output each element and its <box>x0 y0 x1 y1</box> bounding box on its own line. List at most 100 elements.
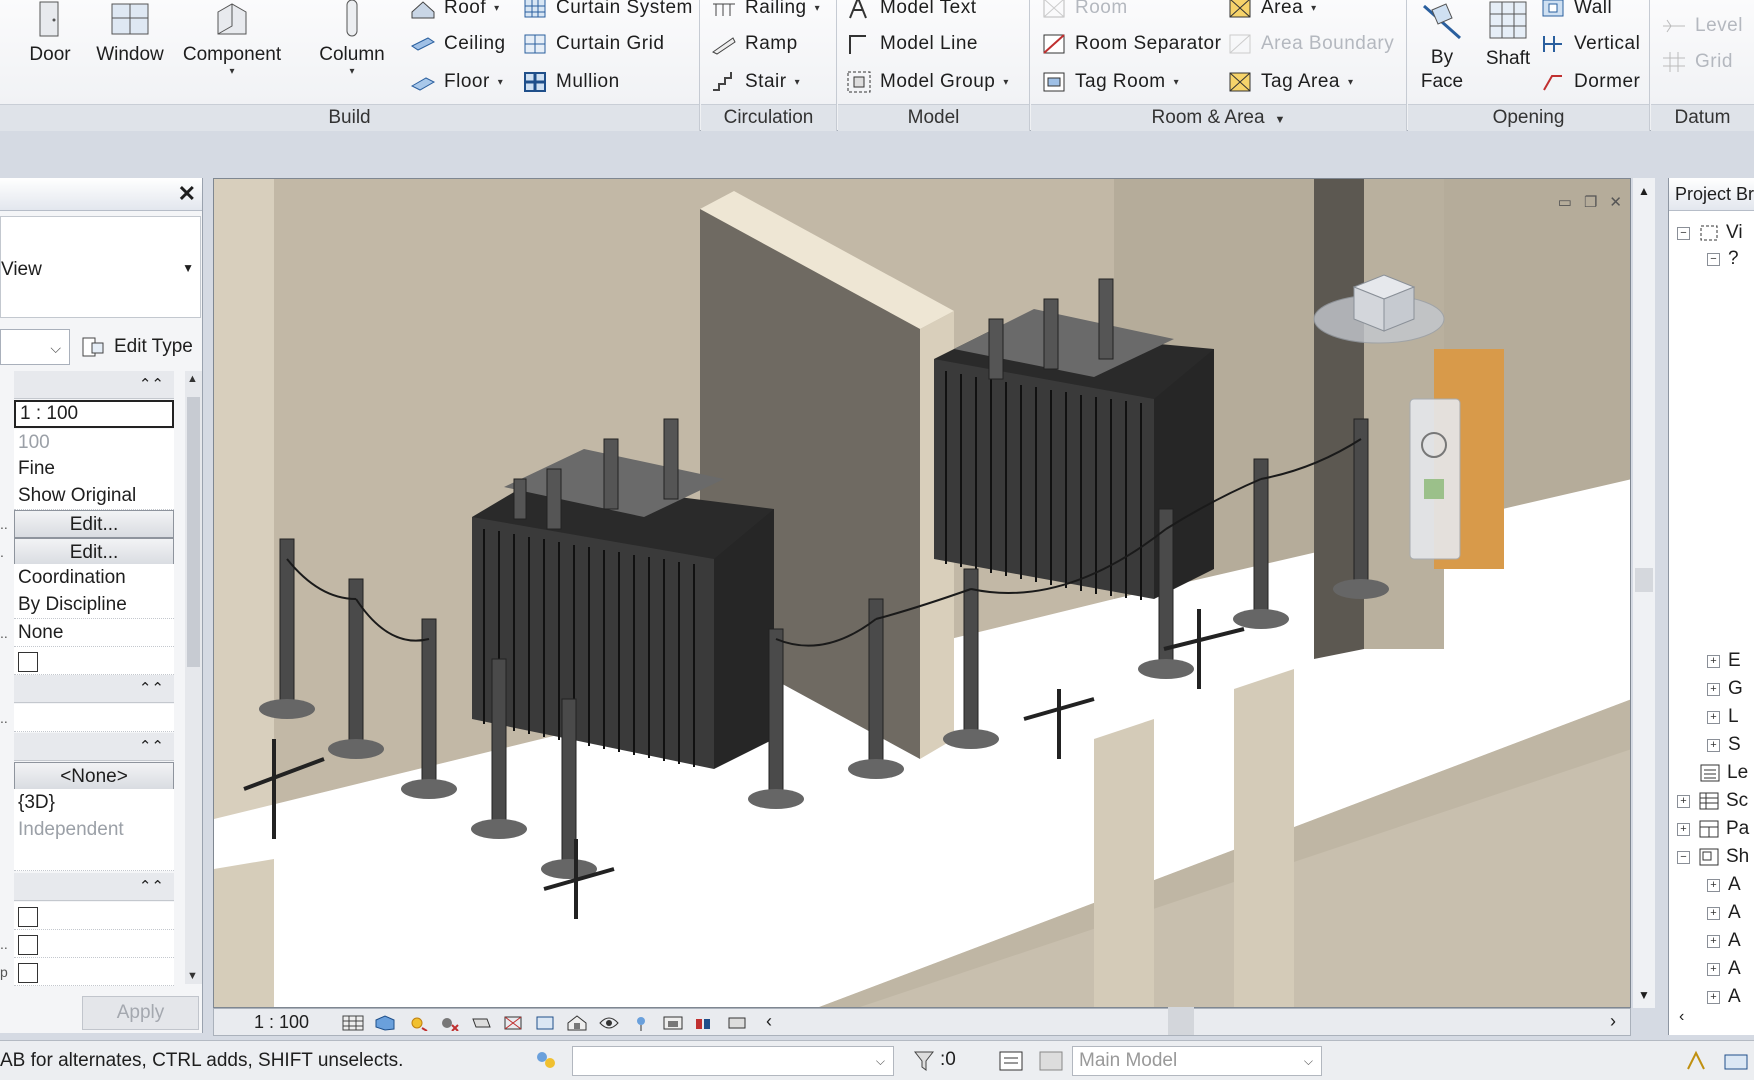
browser-node-legends[interactable]: Le <box>1699 762 1748 784</box>
browser-node[interactable]: + A <box>1707 930 1741 952</box>
worksharing-display-icon[interactable] <box>662 1015 684 1031</box>
railing-button[interactable]: Railing ▾ <box>711 0 820 24</box>
property-row[interactable]: 1 : 100 <box>0 400 185 429</box>
shadows-icon[interactable] <box>438 1015 460 1031</box>
scroll-up-icon[interactable]: ▲ <box>187 373 198 385</box>
browser-node[interactable]: + S <box>1707 734 1741 756</box>
floor-button[interactable]: Floor ▾ <box>410 66 503 98</box>
browser-node[interactable]: + E <box>1707 650 1741 672</box>
3d-model-render[interactable] <box>214 179 1631 1008</box>
browser-node[interactable]: + A <box>1707 874 1741 896</box>
stair-button[interactable]: Stair ▾ <box>711 66 800 98</box>
property-row[interactable]: Fine <box>0 455 185 484</box>
browser-node-3d[interactable]: −? <box>1707 248 1739 270</box>
properties-scrollbar[interactable]: ▲ ▼ <box>185 371 202 984</box>
expand-icon[interactable]: + <box>1707 934 1720 948</box>
parts-visibility-field[interactable]: Show Original <box>14 482 174 510</box>
model-group-button[interactable]: Model Group ▾ <box>846 66 1009 98</box>
select-links-icon[interactable] <box>1684 1049 1710 1073</box>
expand-icon[interactable]: + <box>1707 654 1720 668</box>
edit-type-button[interactable]: Edit Type <box>76 329 203 365</box>
roof-button[interactable]: Roof ▾ <box>410 0 500 24</box>
visual-style-icon[interactable] <box>374 1015 396 1031</box>
detail-level-field[interactable]: Fine <box>14 455 174 483</box>
model-line-button[interactable]: Model Line <box>846 28 978 60</box>
crop-view-icon[interactable] <box>502 1015 524 1031</box>
design-options-icon[interactable] <box>1038 1049 1064 1073</box>
collapse-icon[interactable]: − <box>1707 252 1720 266</box>
apply-button[interactable]: Apply <box>82 996 199 1030</box>
reveal-hidden-icon[interactable] <box>630 1015 652 1031</box>
by-face-button[interactable]: By Face <box>1414 0 1470 94</box>
curtain-grid-button[interactable]: Curtain Grid <box>522 28 664 60</box>
editing-requests-icon[interactable] <box>998 1049 1024 1073</box>
select-underlay-icon[interactable] <box>1722 1049 1750 1073</box>
3d-viewport[interactable]: ▭ ❐ ✕ <box>213 178 1631 1008</box>
analytical-model-icon[interactable] <box>694 1015 716 1031</box>
room-separator-button[interactable]: Room Separator <box>1041 28 1221 60</box>
detail-level-icon[interactable] <box>342 1015 364 1031</box>
room-area-panel-title[interactable]: Room & Area ▼ <box>1031 104 1406 131</box>
expand-icon[interactable]: + <box>1707 906 1720 920</box>
browser-node-views[interactable]: − Vi <box>1677 222 1743 244</box>
collapse-icon[interactable]: − <box>1677 226 1690 240</box>
room-button[interactable]: Room <box>1041 0 1128 24</box>
chevron-left-icon[interactable]: ‹ <box>1679 1008 1684 1026</box>
checkbox[interactable] <box>18 935 38 956</box>
checkbox[interactable] <box>18 652 38 673</box>
sun-path-icon[interactable] <box>406 1015 428 1031</box>
ramp-button[interactable]: Ramp <box>711 28 798 60</box>
curtain-system-button[interactable]: Curtain System <box>522 0 693 24</box>
browser-node[interactable]: + A <box>1707 986 1741 1008</box>
workset-dropdown[interactable]: ⌵ <box>572 1046 894 1076</box>
expand-icon[interactable]: + <box>1677 794 1690 808</box>
column-button[interactable]: Column ▾ <box>312 0 392 77</box>
minimize-icon[interactable]: ▭ <box>1558 193 1572 211</box>
property-row[interactable]: .. <box>0 930 185 959</box>
expand-icon[interactable]: + <box>1707 990 1720 1004</box>
close-icon[interactable]: ✕ <box>1609 193 1622 211</box>
area-button[interactable]: Area ▾ <box>1227 0 1317 24</box>
expand-icon[interactable]: + <box>1707 878 1720 892</box>
discipline-field[interactable]: Coordination <box>14 564 174 592</box>
browser-node[interactable]: + L <box>1707 706 1739 728</box>
horizontal-scrollbar-thumb[interactable] <box>1168 1007 1194 1035</box>
viewport-vertical-scrollbar[interactable]: ▲ ▼ <box>1633 178 1655 1008</box>
area-boundary-button[interactable]: Area Boundary <box>1227 28 1394 60</box>
browser-node-panel-schedules[interactable]: + Pa <box>1677 818 1749 840</box>
ceiling-button[interactable]: Ceiling <box>410 28 506 60</box>
expand-icon[interactable]: + <box>1677 822 1690 836</box>
chevron-left-icon[interactable]: ‹ <box>766 1011 772 1032</box>
property-row[interactable] <box>0 647 185 676</box>
component-button[interactable]: Component ▾ <box>178 0 286 77</box>
restore-icon[interactable]: ❐ <box>1584 193 1597 211</box>
expand-icon[interactable]: + <box>1707 682 1720 696</box>
navigation-bar[interactable] <box>1409 398 1461 560</box>
property-row[interactable]: By Discipline <box>0 591 185 620</box>
lock-view-icon[interactable] <box>566 1015 588 1031</box>
expand-icon[interactable]: + <box>1707 962 1720 976</box>
scroll-down-icon[interactable]: ▼ <box>1638 988 1650 1002</box>
show-crop-icon[interactable] <box>534 1015 556 1031</box>
checkbox[interactable] <box>18 963 38 984</box>
property-row[interactable]: <None> <box>0 762 185 791</box>
scroll-up-icon[interactable]: ▲ <box>1638 184 1650 198</box>
design-option-dropdown[interactable]: Main Model ⌵ <box>1072 1046 1322 1076</box>
property-row[interactable]: Show Original <box>0 482 185 511</box>
expand-icon[interactable]: + <box>1707 710 1720 724</box>
vg-overrides-edit-button[interactable]: Edit... <box>14 510 174 538</box>
rendering-icon[interactable] <box>470 1015 492 1031</box>
scrollbar-thumb[interactable] <box>187 397 200 667</box>
view-template-button[interactable]: <None> <box>14 762 174 790</box>
browser-node-sheets[interactable]: − Sh <box>1677 846 1749 868</box>
mullion-button[interactable]: Mullion <box>522 66 620 98</box>
constraints-icon[interactable] <box>726 1015 748 1031</box>
collapse-icon[interactable]: − <box>1677 850 1690 864</box>
browser-node[interactable]: + A <box>1707 902 1741 924</box>
checkbox[interactable] <box>18 907 38 928</box>
close-icon[interactable]: ✕ <box>178 181 196 207</box>
property-row[interactable] <box>0 843 185 872</box>
default-analysis-field[interactable]: None <box>14 619 174 647</box>
window-button[interactable]: Window <box>90 0 170 66</box>
property-row[interactable]: {3D} <box>0 789 185 818</box>
